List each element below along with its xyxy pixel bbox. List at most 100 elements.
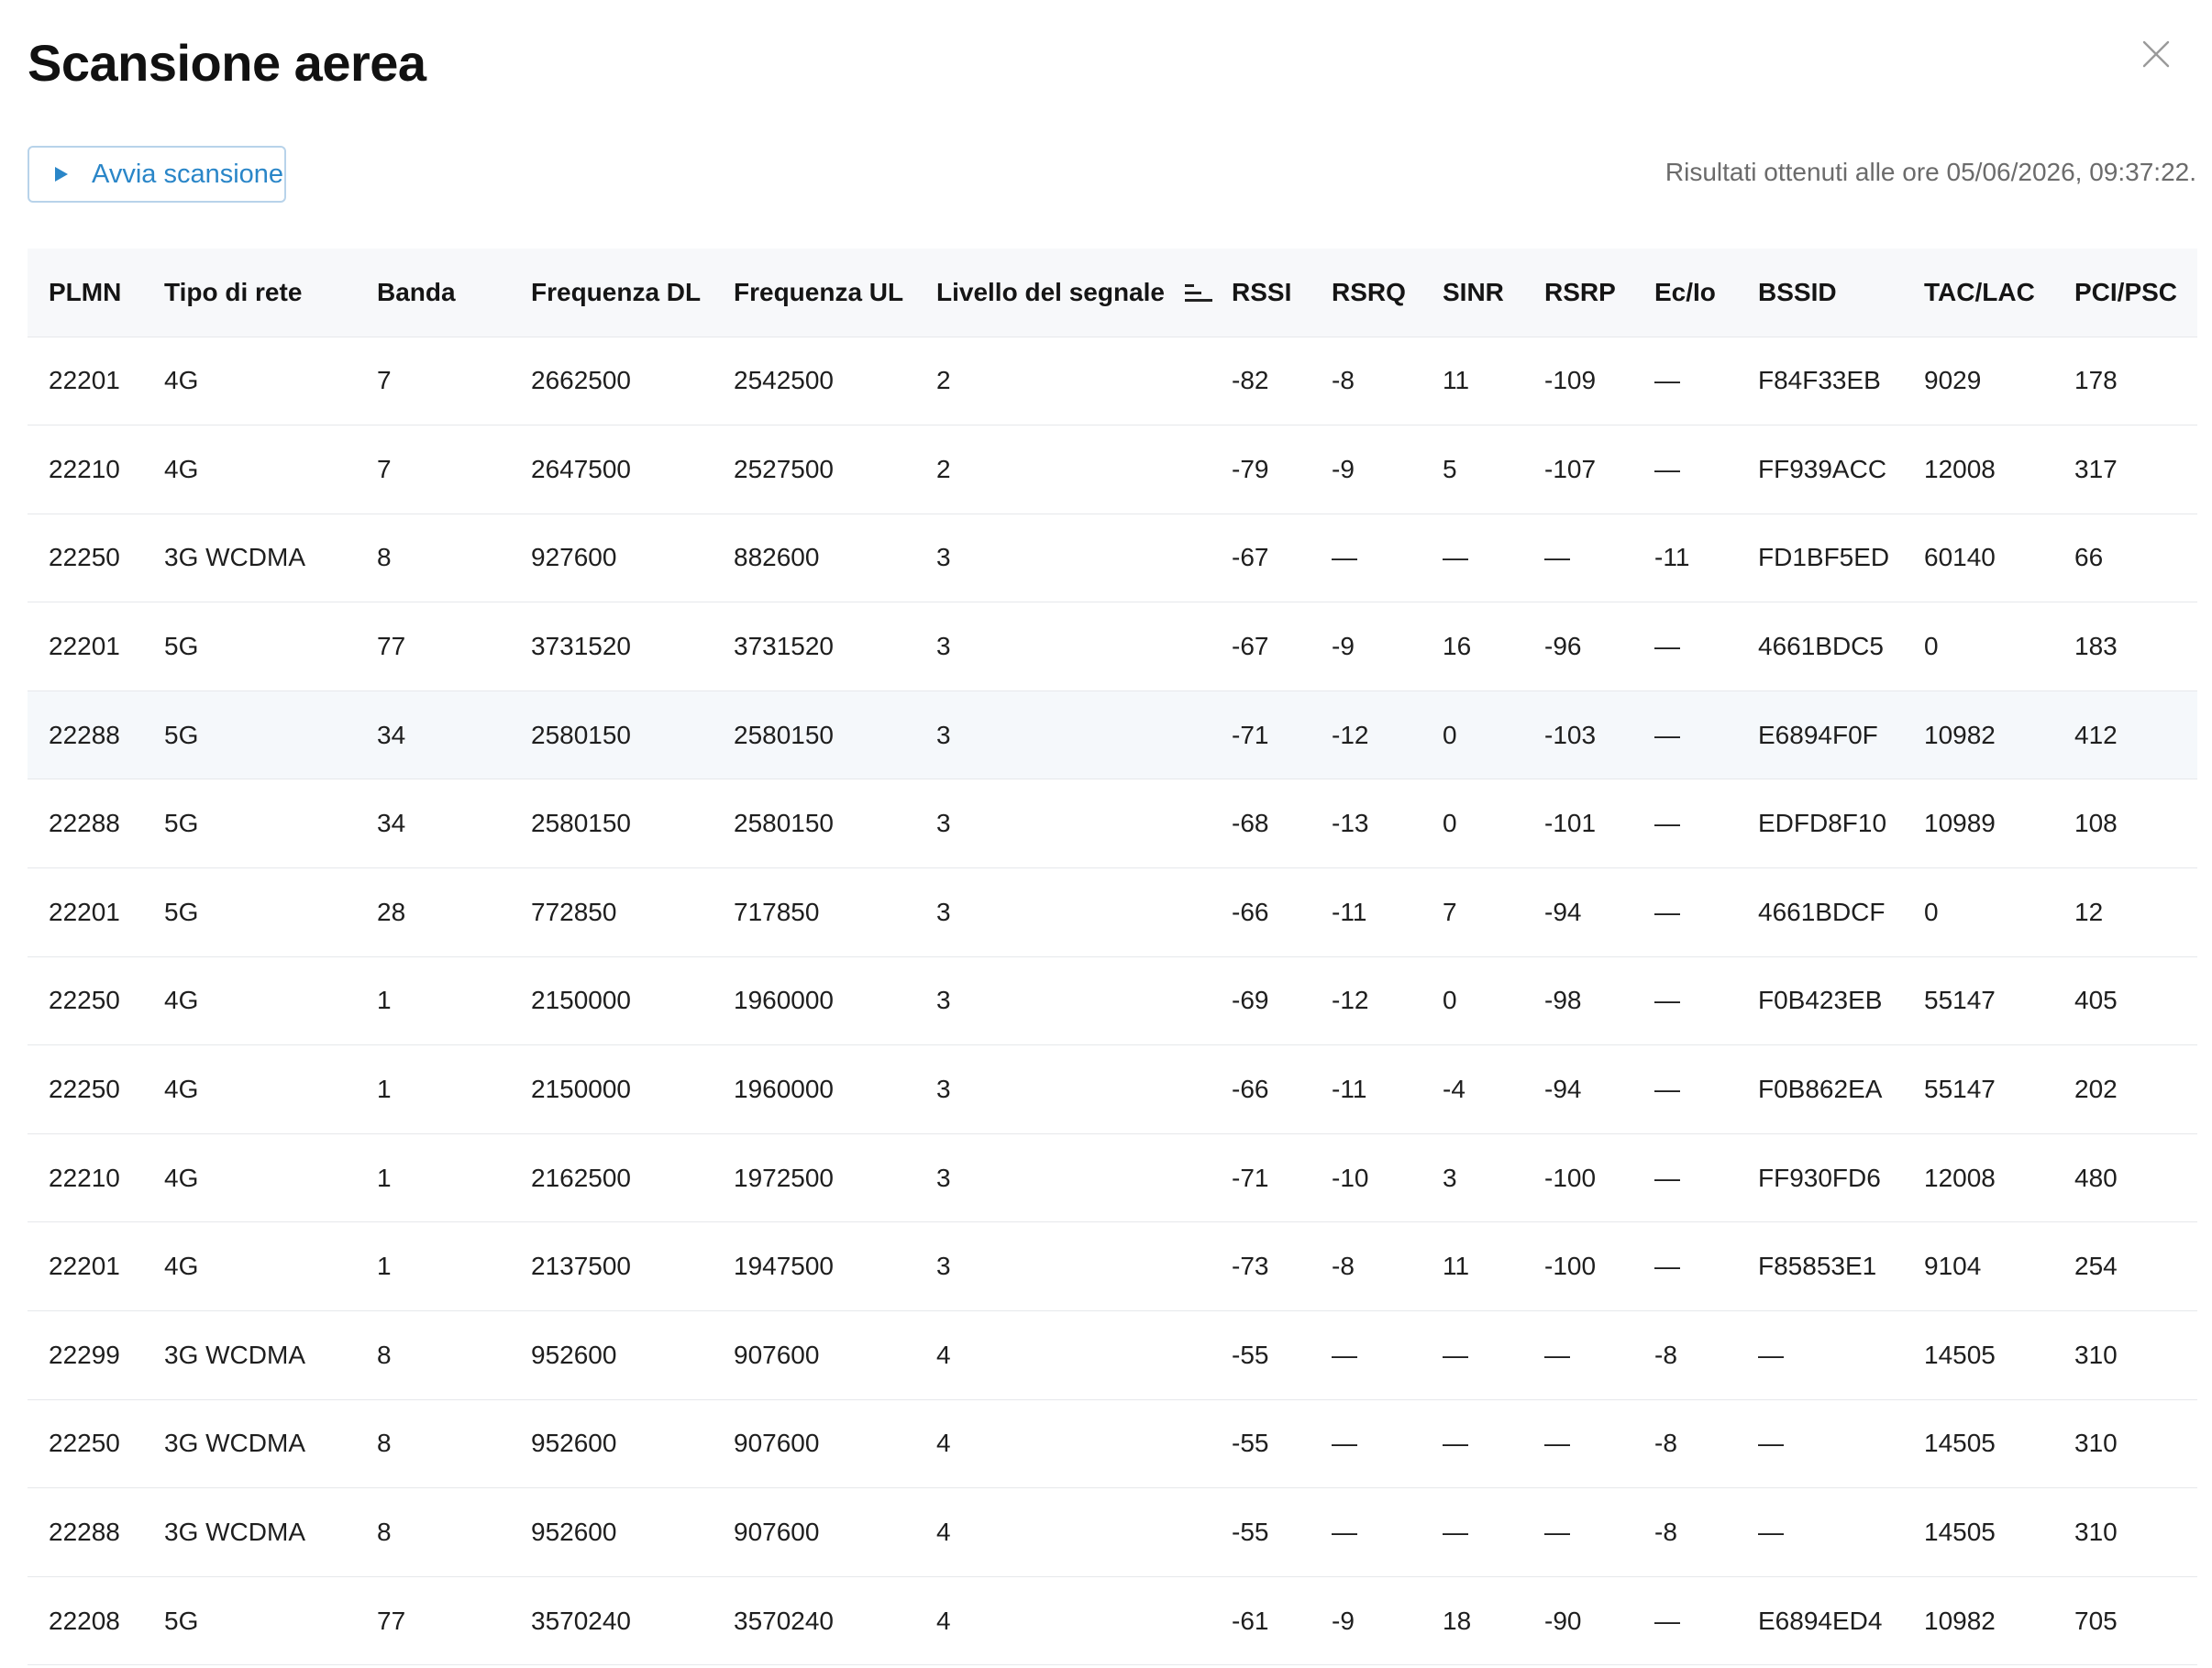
cell-ecio: — <box>1633 779 1737 869</box>
cell-pci-psc: 178 <box>2053 337 2197 426</box>
cell-rssi: -55 <box>1211 1399 1311 1489</box>
table-row[interactable]: 22250 3G WCDMA 8 927600 882600 3 -67— — — -11 FD1B… <box>28 514 2197 603</box>
cell-dl-frequency: 2580150 <box>510 690 713 780</box>
cell-dl-frequency: 772850 <box>510 867 713 957</box>
cell-tac-lac: 12008 <box>1903 425 2053 514</box>
cell-rsrp: -90 <box>1523 1576 1633 1666</box>
column-header-pci-psc[interactable]: PCI/PSC <box>2053 249 2197 337</box>
cell-tac-lac: 10989 <box>1903 779 2053 869</box>
cell-dl-frequency: 2662500 <box>510 337 713 426</box>
cell-signal-level: 3 <box>915 602 1211 691</box>
cell-signal-level: 3 <box>915 867 1211 957</box>
cell-tac-lac: 55147 <box>1903 956 2053 1046</box>
column-header-dl-frequency[interactable]: Frequenza DL <box>510 249 713 337</box>
table-row[interactable]: 22288 5G 34 2580150 2580150 3 -68 -13 0 -101— EDFD… <box>28 779 2197 869</box>
start-scan-button[interactable]: Avvia scansione <box>28 146 286 203</box>
cell-rssi: -66 <box>1211 867 1311 957</box>
table-row[interactable]: 22250 3G WCDMA 8 952600 907600 4 -55— — — -8—1450… <box>28 1399 2197 1489</box>
cell-ul-frequency: 2542500 <box>713 337 915 426</box>
cell-tac-lac: 55147 <box>1903 1044 2053 1134</box>
column-header-network-type[interactable]: Tipo di rete <box>143 249 356 337</box>
cell-plmn: 22250 <box>28 1044 143 1134</box>
column-header-rsrq[interactable]: RSRQ <box>1311 249 1421 337</box>
cell-plmn: 22250 <box>28 514 143 603</box>
cell-band: 77 <box>356 1576 510 1666</box>
cell-ul-frequency: 2580150 <box>713 690 915 780</box>
cell-ul-frequency: 907600 <box>713 1487 915 1577</box>
column-header-tac-lac[interactable]: TAC/LAC <box>1903 249 2053 337</box>
cell-ecio: — <box>1633 337 1737 426</box>
column-header-ul-frequency[interactable]: Frequenza UL <box>713 249 915 337</box>
close-button[interactable] <box>2139 37 2173 72</box>
column-header-rssi[interactable]: RSSI <box>1211 249 1311 337</box>
column-header-band[interactable]: Banda <box>356 249 510 337</box>
cell-ecio: — <box>1633 1133 1737 1223</box>
start-scan-label: Avvia scansione <box>92 159 284 189</box>
column-header-ecio[interactable]: Ec/Io <box>1633 249 1737 337</box>
cell-tac-lac: 10982 <box>1903 690 2053 780</box>
cell-bssid: 4661BDCF <box>1737 867 1903 957</box>
cell-signal-level: 3 <box>915 1133 1211 1223</box>
column-header-rsrp[interactable]: RSRP <box>1523 249 1633 337</box>
cell-rsrp: -98 <box>1523 956 1633 1046</box>
cell-rsrp: -96 <box>1523 602 1633 691</box>
table-row[interactable]: 22201 4G 7 2662500 2542500 2 -82 -8 11 -109— F84F3… <box>28 337 2197 426</box>
cell-sinr: -4 <box>1421 1044 1523 1134</box>
cell-plmn: 22201 <box>28 1221 143 1312</box>
column-header-plmn[interactable]: PLMN <box>28 249 143 337</box>
table-row[interactable]: 22201 5G 77 3731520 3731520 3 -67 -9 16 -96—4661B… <box>28 602 2197 691</box>
cell-plmn: 22210 <box>28 425 143 514</box>
sort-descending-icon[interactable] <box>1184 283 1212 304</box>
cell-plmn: 22250 <box>28 1399 143 1489</box>
cell-bssid: E6894F0F <box>1737 690 1903 780</box>
column-header-label: Frequenza UL <box>734 277 904 306</box>
column-header-label: RSSI <box>1232 277 1292 306</box>
cell-rsrq: — <box>1311 1399 1421 1489</box>
table-row[interactable]: 22201 4G 1 2137500 1947500 3 -73 -8 11 -100— F8585… <box>28 1221 2197 1312</box>
cell-rsrq: -9 <box>1311 1576 1421 1666</box>
cell-ul-frequency: 1972500 <box>713 1133 915 1223</box>
cell-ecio: -8 <box>1633 1487 1737 1577</box>
table-row[interactable]: 22208 5G 77 3570240 3570240 4 -61 -9 18 -90— E6894… <box>28 1576 2197 1666</box>
column-header-sinr[interactable]: SINR <box>1421 249 1523 337</box>
cell-tac-lac: 14505 <box>1903 1310 2053 1400</box>
cell-rssi: -71 <box>1211 690 1311 780</box>
cell-sinr: — <box>1421 1310 1523 1400</box>
table-row[interactable]: 22250 4G 1 2150000 1960000 3 -69 -12 0 -98— F0B423… <box>28 956 2197 1046</box>
column-header-label: SINR <box>1443 277 1504 306</box>
cell-network-type: 4G <box>143 425 356 514</box>
cell-pci-psc: 405 <box>2053 956 2197 1046</box>
table-row[interactable]: 22288 3G WCDMA 8 952600 907600 4 -55— — — -8—1450… <box>28 1487 2197 1577</box>
cell-ecio: -11 <box>1633 514 1737 603</box>
table-row[interactable]: 22210 4G 1 2162500 1972500 3 -71 -10 3 -100— FF930… <box>28 1133 2197 1223</box>
cell-dl-frequency: 927600 <box>510 514 713 603</box>
cell-rsrq: -11 <box>1311 1044 1421 1134</box>
cell-band: 8 <box>356 1399 510 1489</box>
cell-signal-level: 4 <box>915 1310 1211 1400</box>
cell-pci-psc: 254 <box>2053 1221 2197 1312</box>
table-row[interactable]: 22250 4G 1 2150000 1960000 3 -66 -11 -4 -94— F0B86… <box>28 1044 2197 1134</box>
column-header-bssid[interactable]: BSSID <box>1737 249 1903 337</box>
cell-sinr: 3 <box>1421 1133 1523 1223</box>
table-row[interactable]: 22201 5G 28 772850 717850 3 -66 -11 7 -94—4661BDC… <box>28 867 2197 957</box>
column-header-signal-level[interactable]: Livello del segnale <box>915 249 1212 337</box>
cell-network-type: 4G <box>143 956 356 1046</box>
cell-rsrq: -11 <box>1311 867 1421 957</box>
table-row[interactable]: 22210 4G 7 2647500 2527500 2 -79 -9 5 -107— FF939A… <box>28 425 2197 514</box>
cell-ul-frequency: 3570240 <box>713 1576 915 1666</box>
cell-band: 1 <box>356 1044 510 1134</box>
cell-tac-lac: 0 <box>1903 602 2053 691</box>
cell-pci-psc: 202 <box>2053 1044 2197 1134</box>
cell-ecio: -8 <box>1633 1310 1737 1400</box>
cell-network-type: 5G <box>143 1576 356 1666</box>
cell-ecio: — <box>1633 867 1737 957</box>
column-header-label: Livello del segnale <box>936 277 1165 306</box>
cell-rsrp: — <box>1523 1310 1633 1400</box>
cell-sinr: 11 <box>1421 1221 1523 1312</box>
cell-rssi: -55 <box>1211 1487 1311 1577</box>
cell-plmn: 22288 <box>28 1487 143 1577</box>
cell-rsrp: — <box>1523 514 1633 603</box>
table-row[interactable]: 22288 5G 34 2580150 2580150 3 -71 -12 0 -103— E689… <box>28 690 2197 780</box>
cell-tac-lac: 14505 <box>1903 1487 2053 1577</box>
table-row[interactable]: 22299 3G WCDMA 8 952600 907600 4 -55— — — -8—1450… <box>28 1310 2197 1400</box>
